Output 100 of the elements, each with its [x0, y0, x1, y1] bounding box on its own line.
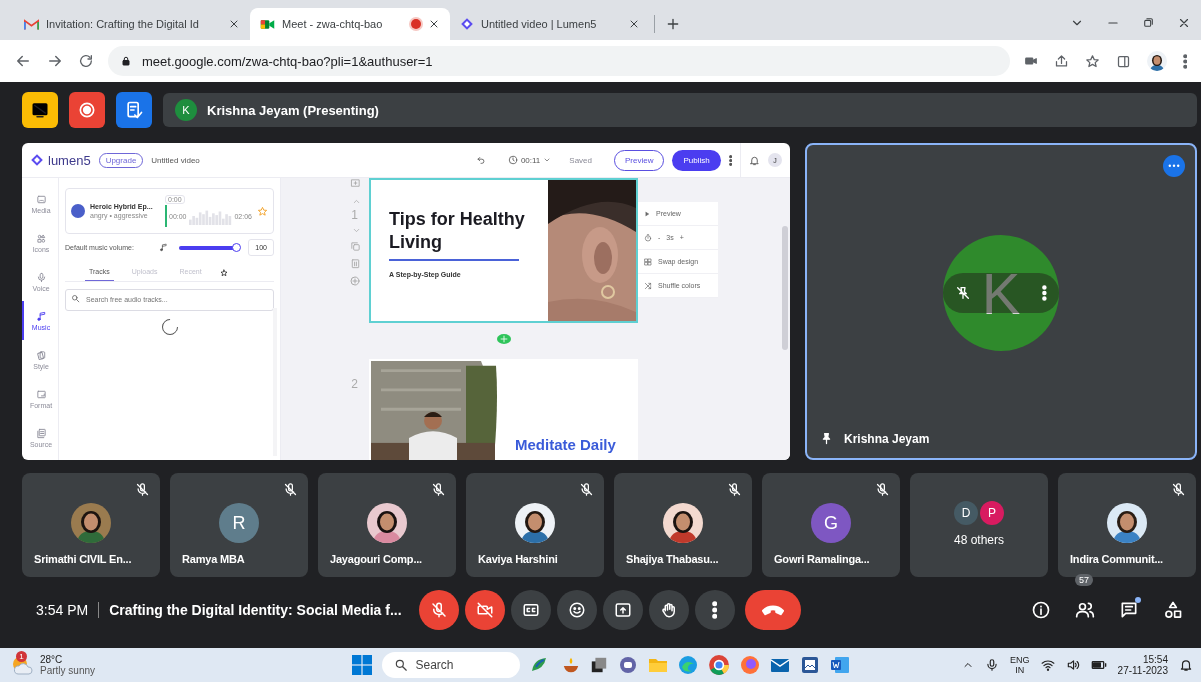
scrollbar[interactable]	[782, 226, 788, 350]
more-icon	[1168, 164, 1180, 168]
volume-icon[interactable]	[1065, 658, 1080, 672]
microphone-off-icon	[1171, 482, 1186, 497]
microphone-icon	[35, 271, 47, 283]
close-icon[interactable]	[1177, 16, 1191, 30]
document-icon[interactable]	[829, 655, 850, 675]
close-icon[interactable]	[628, 18, 640, 30]
fox-icon[interactable]	[739, 655, 760, 675]
record-button[interactable]	[69, 92, 105, 128]
wifi-icon[interactable]	[1040, 658, 1055, 672]
slide-title: Tips for Healthy Living	[389, 208, 526, 253]
participant-name: Shajiya Thabasu...	[626, 553, 719, 565]
weather-condition: Partly sunny	[40, 665, 96, 677]
participant-tile[interactable]: Indira Communit...	[1058, 473, 1196, 577]
share-icon[interactable]	[1053, 53, 1069, 69]
diamond-icon	[30, 153, 44, 167]
scene-number: 2	[351, 377, 358, 391]
start-button[interactable]	[351, 655, 372, 675]
scene-card[interactable]: Meditate Daily	[369, 359, 638, 460]
browser-tab[interactable]: Meet - zwa-chtq-bao	[250, 8, 450, 40]
more-icon[interactable]	[1042, 285, 1047, 301]
close-icon[interactable]	[428, 18, 440, 30]
address-bar[interactable]: meet.google.com/zwa-chtq-bao?pli=1&authuser=1	[108, 46, 1010, 76]
side-panel-icon[interactable]	[1115, 53, 1131, 69]
publish-button[interactable]: Publish	[672, 149, 721, 171]
window-icon[interactable]	[589, 656, 608, 674]
caret-icon[interactable]	[543, 156, 552, 164]
presenter-label: Krishna Jeyam (Presenting)	[207, 102, 379, 118]
language-indicator[interactable]: ENG IN	[1010, 654, 1030, 676]
star-icon[interactable]	[1084, 53, 1100, 69]
video-camera-icon[interactable]	[1023, 54, 1038, 68]
participant-tile[interactable]: Srimathi CIVIL En...	[22, 473, 160, 577]
layout-button[interactable]	[22, 92, 58, 128]
app-window-icon[interactable]	[799, 655, 820, 675]
participant-tile[interactable]: Jayagouri Comp...	[318, 473, 456, 577]
grid-icon	[644, 257, 652, 266]
avatar: K	[175, 99, 197, 121]
avatar: D	[954, 501, 978, 525]
chat-bubble-icon[interactable]	[617, 655, 638, 675]
browser-icon[interactable]	[707, 654, 730, 676]
star-icon[interactable]	[257, 205, 268, 217]
undo-icon[interactable]	[475, 155, 486, 165]
avatar: K	[943, 235, 1059, 351]
diamond-icon	[460, 17, 474, 31]
pin-off-icon[interactable]	[955, 285, 971, 301]
participant-name: Srimathi CIVIL En...	[34, 553, 132, 565]
shapes-icon	[1163, 599, 1183, 620]
menu-icon[interactable]	[1182, 53, 1187, 69]
participant-tile[interactable]: Kaviya Harshini	[466, 473, 604, 577]
microphone-off-icon	[135, 482, 150, 497]
info-icon	[1031, 599, 1051, 620]
more-icon	[711, 600, 718, 619]
restore-icon[interactable]	[1142, 16, 1155, 29]
slider-thumb[interactable]	[232, 242, 242, 252]
participant-tile[interactable]: D P 48 others	[910, 473, 1048, 577]
avatar: R	[219, 503, 259, 543]
notes-icon	[124, 100, 144, 120]
clock-date[interactable]: 27-11-2023	[1117, 665, 1168, 677]
participant-name: Krishna Jeyam	[844, 431, 930, 446]
notes-button[interactable]	[116, 92, 152, 128]
microphone-off-icon	[727, 482, 742, 497]
meeting-time: 3:54 PM	[36, 601, 89, 618]
taskbar-search[interactable]: Search	[381, 652, 520, 678]
browser-tab[interactable]: Untitled video | Lumen5	[450, 8, 650, 40]
weather-widget[interactable]: 1 28°C Partly sunny	[0, 653, 352, 677]
star-icon[interactable]	[219, 268, 228, 277]
camera-button[interactable]	[464, 589, 505, 630]
search-icon	[393, 658, 408, 672]
presentation-off-icon	[31, 101, 49, 119]
microphone-button[interactable]	[418, 589, 459, 630]
app-logo-text: lumen5	[48, 152, 91, 168]
close-icon[interactable]	[228, 18, 240, 30]
participant-tile[interactable]: R Ramya MBA	[170, 473, 308, 577]
more-icon[interactable]	[728, 154, 732, 166]
more-button[interactable]	[1163, 155, 1185, 177]
reload-icon[interactable]	[78, 53, 94, 69]
end-call-button[interactable]	[744, 589, 801, 630]
frame-icon	[35, 388, 47, 400]
microphone-icon[interactable]	[985, 658, 1000, 672]
slide-title: Meditate Daily	[514, 436, 617, 455]
browser-tab[interactable]: Invitation: Crafting the Digital Id	[14, 8, 250, 40]
shapes-icon	[35, 232, 47, 244]
participant-tile[interactable]: G Gowri Ramalinga...	[762, 473, 900, 577]
speaker-tile[interactable]: K Krishna Jeyam	[805, 143, 1197, 460]
record-icon	[77, 100, 97, 120]
clock-time[interactable]: 15:54	[1117, 653, 1168, 665]
new-tab-icon[interactable]	[665, 16, 681, 32]
bell-icon[interactable]	[1179, 658, 1193, 672]
play-icon	[644, 210, 650, 217]
participant-name: 48 others	[953, 533, 1004, 547]
preview-button[interactable]: Preview	[614, 149, 665, 171]
participant-tile[interactable]: Shajiya Thabasu...	[614, 473, 752, 577]
participant-name: Jayagouri Comp...	[330, 553, 422, 565]
microphone-off-icon	[283, 482, 298, 497]
upgrade-button[interactable]: Upgrade	[98, 152, 144, 168]
save-status: Saved	[569, 155, 592, 165]
video-duration[interactable]: 00:11	[520, 155, 541, 165]
participant-name: Indira Communit...	[1070, 553, 1163, 565]
document-icon	[35, 427, 47, 439]
